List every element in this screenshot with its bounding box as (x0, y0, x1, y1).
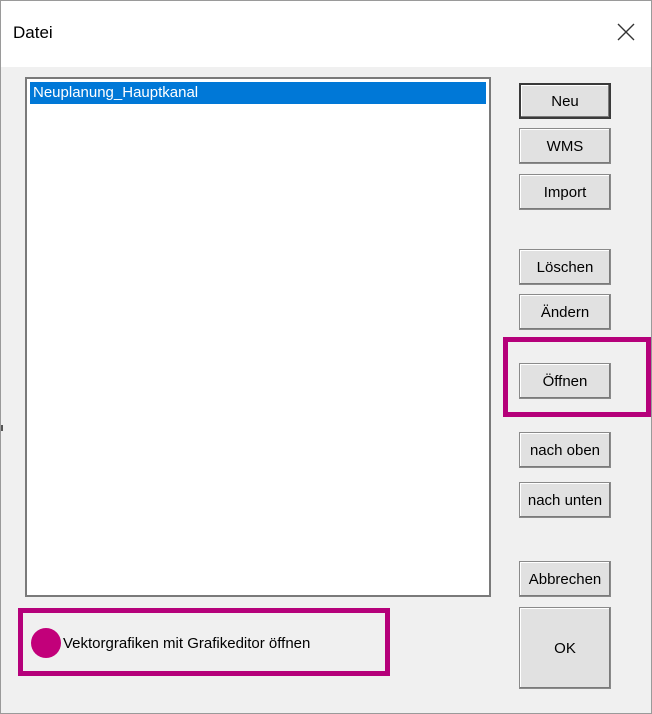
move-up-button[interactable]: nach oben (519, 432, 611, 468)
delete-button[interactable]: Löschen (519, 249, 611, 285)
checkbox-marker[interactable] (31, 628, 61, 658)
move-down-button[interactable]: nach unten (519, 482, 611, 518)
cancel-button[interactable]: Abbrechen (519, 561, 611, 597)
grafikeditor-checkbox[interactable]: Vektorgrafiken mit Grafikeditor öffnen (31, 623, 310, 663)
open-button[interactable]: Öffnen (519, 363, 611, 399)
checkbox-label: Vektorgrafiken mit Grafikeditor öffnen (63, 634, 311, 652)
project-list[interactable]: Neuplanung_Hauptkanal (25, 77, 491, 597)
list-item[interactable]: Neuplanung_Hauptkanal (30, 82, 486, 104)
import-button[interactable]: Import (519, 174, 611, 210)
edit-button[interactable]: Ändern (519, 294, 611, 330)
close-icon[interactable] (615, 21, 637, 43)
ok-button[interactable]: OK (519, 607, 611, 689)
new-button[interactable]: Neu (519, 83, 611, 119)
file-dialog: Datei Neuplanung_Hauptkanal Neu WMS Impo… (0, 0, 652, 714)
wms-button[interactable]: WMS (519, 128, 611, 164)
edge-mark (1, 425, 3, 431)
dialog-title: Datei (13, 23, 53, 42)
title-bar: Datei (1, 1, 651, 67)
